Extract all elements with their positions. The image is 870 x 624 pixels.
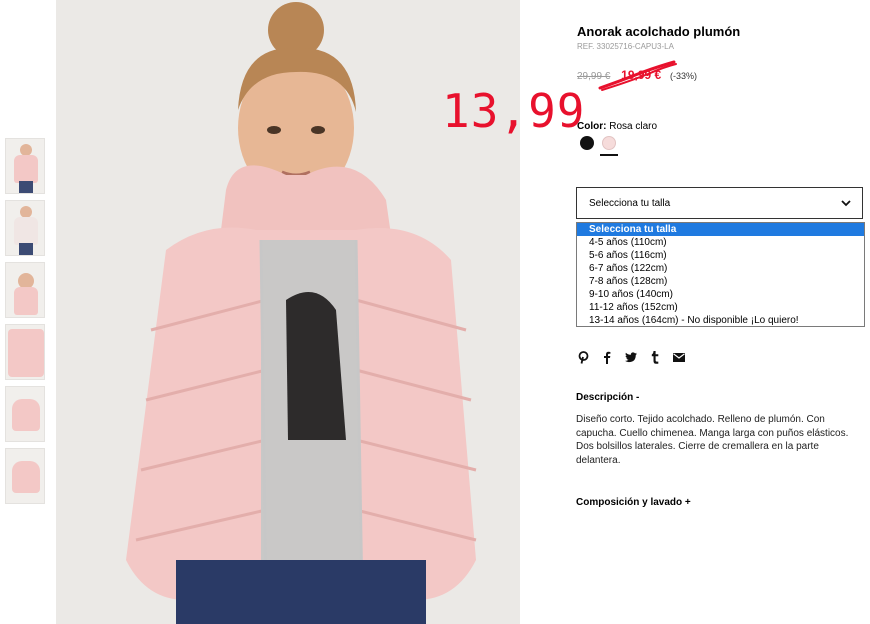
- twitter-icon[interactable]: [625, 350, 637, 364]
- size-dropdown-list: Selecciona tu talla 4-5 años (110cm) 5-6…: [576, 222, 865, 327]
- size-option[interactable]: 13-14 años (164cm) - No disponible ¡Lo q…: [577, 314, 864, 327]
- composition-toggle[interactable]: Composición y lavado +: [576, 497, 691, 508]
- swatch-rosa-claro[interactable]: [602, 136, 616, 150]
- selected-swatch-indicator: [600, 154, 618, 156]
- share-icons: [577, 350, 685, 364]
- swatch-black[interactable]: [580, 136, 594, 150]
- description-toggle[interactable]: Descripción -: [576, 392, 639, 403]
- color-label: Color: Rosa claro: [577, 121, 657, 132]
- thumbnail-2[interactable]: [5, 200, 45, 256]
- facebook-icon[interactable]: [601, 350, 613, 364]
- size-option[interactable]: 9-10 años (140cm): [577, 288, 864, 301]
- product-reference: REF. 33025716-CAPU3-LA: [577, 42, 674, 51]
- product-title: Anorak acolchado plumón: [577, 24, 741, 39]
- thumbnail-strip: [5, 138, 45, 510]
- color-label-key: Color:: [577, 121, 607, 132]
- thumbnail-4[interactable]: [5, 324, 45, 380]
- description-text: Diseño corto. Tejido acolchado. Relleno …: [576, 414, 849, 466]
- size-option[interactable]: Selecciona tu talla: [577, 223, 864, 236]
- thumbnail-5[interactable]: [5, 386, 45, 442]
- tumblr-icon[interactable]: [649, 350, 661, 364]
- size-option[interactable]: 6-7 años (122cm): [577, 262, 864, 275]
- email-icon[interactable]: [673, 350, 685, 364]
- handwritten-new-price: 13,99: [442, 84, 586, 138]
- size-option[interactable]: 4-5 años (110cm): [577, 236, 864, 249]
- size-option[interactable]: 7-8 años (128cm): [577, 275, 864, 288]
- size-option[interactable]: 5-6 años (116cm): [577, 249, 864, 262]
- color-value: Rosa claro: [609, 121, 658, 132]
- thumbnail-6[interactable]: [5, 448, 45, 504]
- red-scribble-strikethrough: [598, 60, 677, 91]
- size-select-value: Selecciona tu talla: [589, 198, 671, 209]
- chevron-down-icon: [841, 200, 851, 207]
- size-select[interactable]: Selecciona tu talla: [576, 187, 863, 219]
- pinterest-icon[interactable]: [577, 350, 589, 364]
- size-option[interactable]: 11-12 años (152cm): [577, 301, 864, 314]
- thumbnail-1[interactable]: [5, 138, 45, 194]
- thumbnail-3[interactable]: [5, 262, 45, 318]
